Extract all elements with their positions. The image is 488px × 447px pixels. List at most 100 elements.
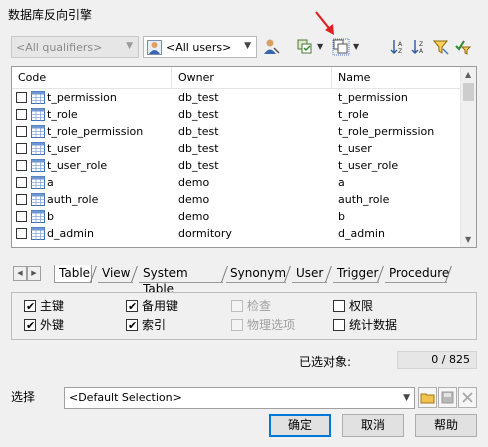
- cell-name: t_user_role: [338, 159, 399, 172]
- grid-header: Code Owner Name: [12, 67, 461, 89]
- select-user-icon[interactable]: [262, 38, 280, 56]
- table-icon: [31, 108, 45, 121]
- tab-procedure[interactable]: Procedure: [385, 265, 449, 283]
- save-selection-button: [438, 387, 457, 408]
- deselect-all-icon[interactable]: [332, 38, 350, 56]
- sort-ascending-icon[interactable]: A Z: [389, 38, 407, 56]
- index-checkbox[interactable]: ✔: [126, 319, 138, 332]
- help-button[interactable]: 帮助: [415, 414, 477, 437]
- table-row[interactable]: t_role db_test t_role: [12, 106, 461, 123]
- scroll-up-icon[interactable]: ▲: [465, 70, 471, 79]
- primary-key-label: 主键: [40, 299, 65, 313]
- table-row[interactable]: t_role_permission db_test t_role_permissio…: [12, 123, 461, 140]
- table-row[interactable]: t_user db_test t_user: [12, 140, 461, 157]
- row-checkbox[interactable]: [16, 160, 27, 171]
- sort-descending-icon[interactable]: Z A: [410, 38, 428, 56]
- table-icon: [31, 125, 45, 138]
- statistics-checkbox[interactable]: [333, 319, 345, 331]
- tab-trigger[interactable]: Trigger: [333, 265, 379, 283]
- selection-value: <Default Selection>: [69, 391, 182, 404]
- scroll-down-icon[interactable]: ▼: [465, 235, 471, 244]
- row-checkbox[interactable]: [16, 211, 27, 222]
- chevron-down-icon[interactable]: ▼: [317, 42, 323, 51]
- index-label: 索引: [142, 318, 167, 332]
- cell-owner: db_test: [178, 91, 219, 104]
- cell-owner: demo: [178, 193, 210, 206]
- tab-scroll-left-icon[interactable]: ◀: [13, 266, 27, 281]
- check-filter-icon[interactable]: [454, 38, 472, 56]
- row-checkbox[interactable]: [16, 126, 27, 137]
- cell-owner: demo: [178, 210, 210, 223]
- cell-code: b: [47, 210, 54, 223]
- permission-checkbox[interactable]: [333, 300, 345, 312]
- table-icon: [31, 176, 45, 189]
- cell-name: b: [338, 210, 345, 223]
- cell-owner: db_test: [178, 142, 219, 155]
- window-title: 数据库反向引擎: [8, 8, 93, 22]
- svg-text:A: A: [419, 48, 424, 55]
- select-all-icon[interactable]: [296, 38, 314, 56]
- tab-table[interactable]: Table: [54, 265, 92, 283]
- vertical-scrollbar[interactable]: ▲ ▼: [460, 67, 476, 247]
- svg-text:A: A: [398, 41, 403, 48]
- alternate-key-label: 备用键: [142, 299, 179, 313]
- folder-open-icon: [420, 393, 435, 404]
- chevron-down-icon[interactable]: ▼: [353, 42, 359, 51]
- open-selection-button[interactable]: [418, 387, 437, 408]
- foreign-key-label: 外键: [40, 318, 65, 332]
- scroll-thumb[interactable]: [463, 83, 474, 101]
- table-row[interactable]: t_permission db_test t_permission: [12, 89, 461, 106]
- cell-code: t_permission: [47, 91, 117, 104]
- row-checkbox[interactable]: [16, 109, 27, 120]
- objects-grid[interactable]: Code Owner Name t_permission db_test t_per…: [11, 66, 477, 248]
- save-icon: [441, 391, 454, 404]
- row-checkbox[interactable]: [16, 143, 27, 154]
- selected-objects-label: 已选对象:: [299, 355, 352, 369]
- tab-synonym[interactable]: Synonym: [226, 265, 286, 283]
- checkmark-icon: ✔: [26, 300, 36, 313]
- table-icon: [31, 91, 45, 104]
- foreign-key-checkbox[interactable]: ✔: [24, 319, 36, 332]
- row-checkbox[interactable]: [16, 228, 27, 239]
- row-checkbox[interactable]: [16, 177, 27, 188]
- row-checkbox[interactable]: [16, 194, 27, 205]
- table-row[interactable]: auth_role demo auth_role: [12, 191, 461, 208]
- tab-scroll-right-icon[interactable]: ▶: [27, 266, 41, 281]
- users-select[interactable]: <All users> ▼: [143, 36, 257, 58]
- row-checkbox[interactable]: [16, 92, 27, 103]
- table-icon: [31, 159, 45, 172]
- table-row[interactable]: t_user_role db_test t_user_role: [12, 157, 461, 174]
- table-row[interactable]: b demo b: [12, 208, 461, 225]
- cell-name: a: [338, 176, 345, 189]
- cell-name: auth_role: [338, 193, 390, 206]
- table-row[interactable]: d_admin dormitory d_admin: [12, 225, 461, 242]
- tab-view[interactable]: View: [98, 265, 133, 283]
- filter-icon[interactable]: [432, 38, 450, 56]
- tab-user[interactable]: User: [292, 265, 327, 283]
- table-icon: [31, 142, 45, 155]
- chevron-down-icon: ▼: [244, 41, 251, 51]
- qualifiers-select[interactable]: <All qualifiers> ▼: [11, 36, 139, 58]
- cancel-button[interactable]: 取消: [342, 414, 404, 437]
- cell-code: t_role: [47, 108, 78, 121]
- tab-system-table[interactable]: System Table: [139, 265, 223, 296]
- table-row[interactable]: a demo a: [12, 174, 461, 191]
- primary-key-checkbox[interactable]: ✔: [24, 300, 36, 313]
- cell-name: t_role: [338, 108, 369, 121]
- column-header-name[interactable]: Name: [332, 67, 461, 89]
- cell-code: t_role_permission: [47, 125, 144, 138]
- column-header-code[interactable]: Code: [12, 67, 172, 89]
- cell-owner: demo: [178, 176, 210, 189]
- chevron-down-icon: ▼: [126, 41, 133, 51]
- selection-select[interactable]: <Default Selection> ▼: [64, 387, 415, 409]
- column-header-owner[interactable]: Owner: [172, 67, 332, 89]
- alternate-key-checkbox[interactable]: ✔: [126, 300, 138, 313]
- cell-owner: db_test: [178, 125, 219, 138]
- cell-name: d_admin: [338, 227, 385, 240]
- table-icon: [31, 227, 45, 240]
- ok-button[interactable]: 确定: [269, 414, 331, 437]
- cell-name: t_role_permission: [338, 125, 435, 138]
- delete-selection-button: [458, 387, 477, 408]
- checkmark-icon: ✔: [128, 319, 138, 332]
- user-icon: [147, 40, 162, 55]
